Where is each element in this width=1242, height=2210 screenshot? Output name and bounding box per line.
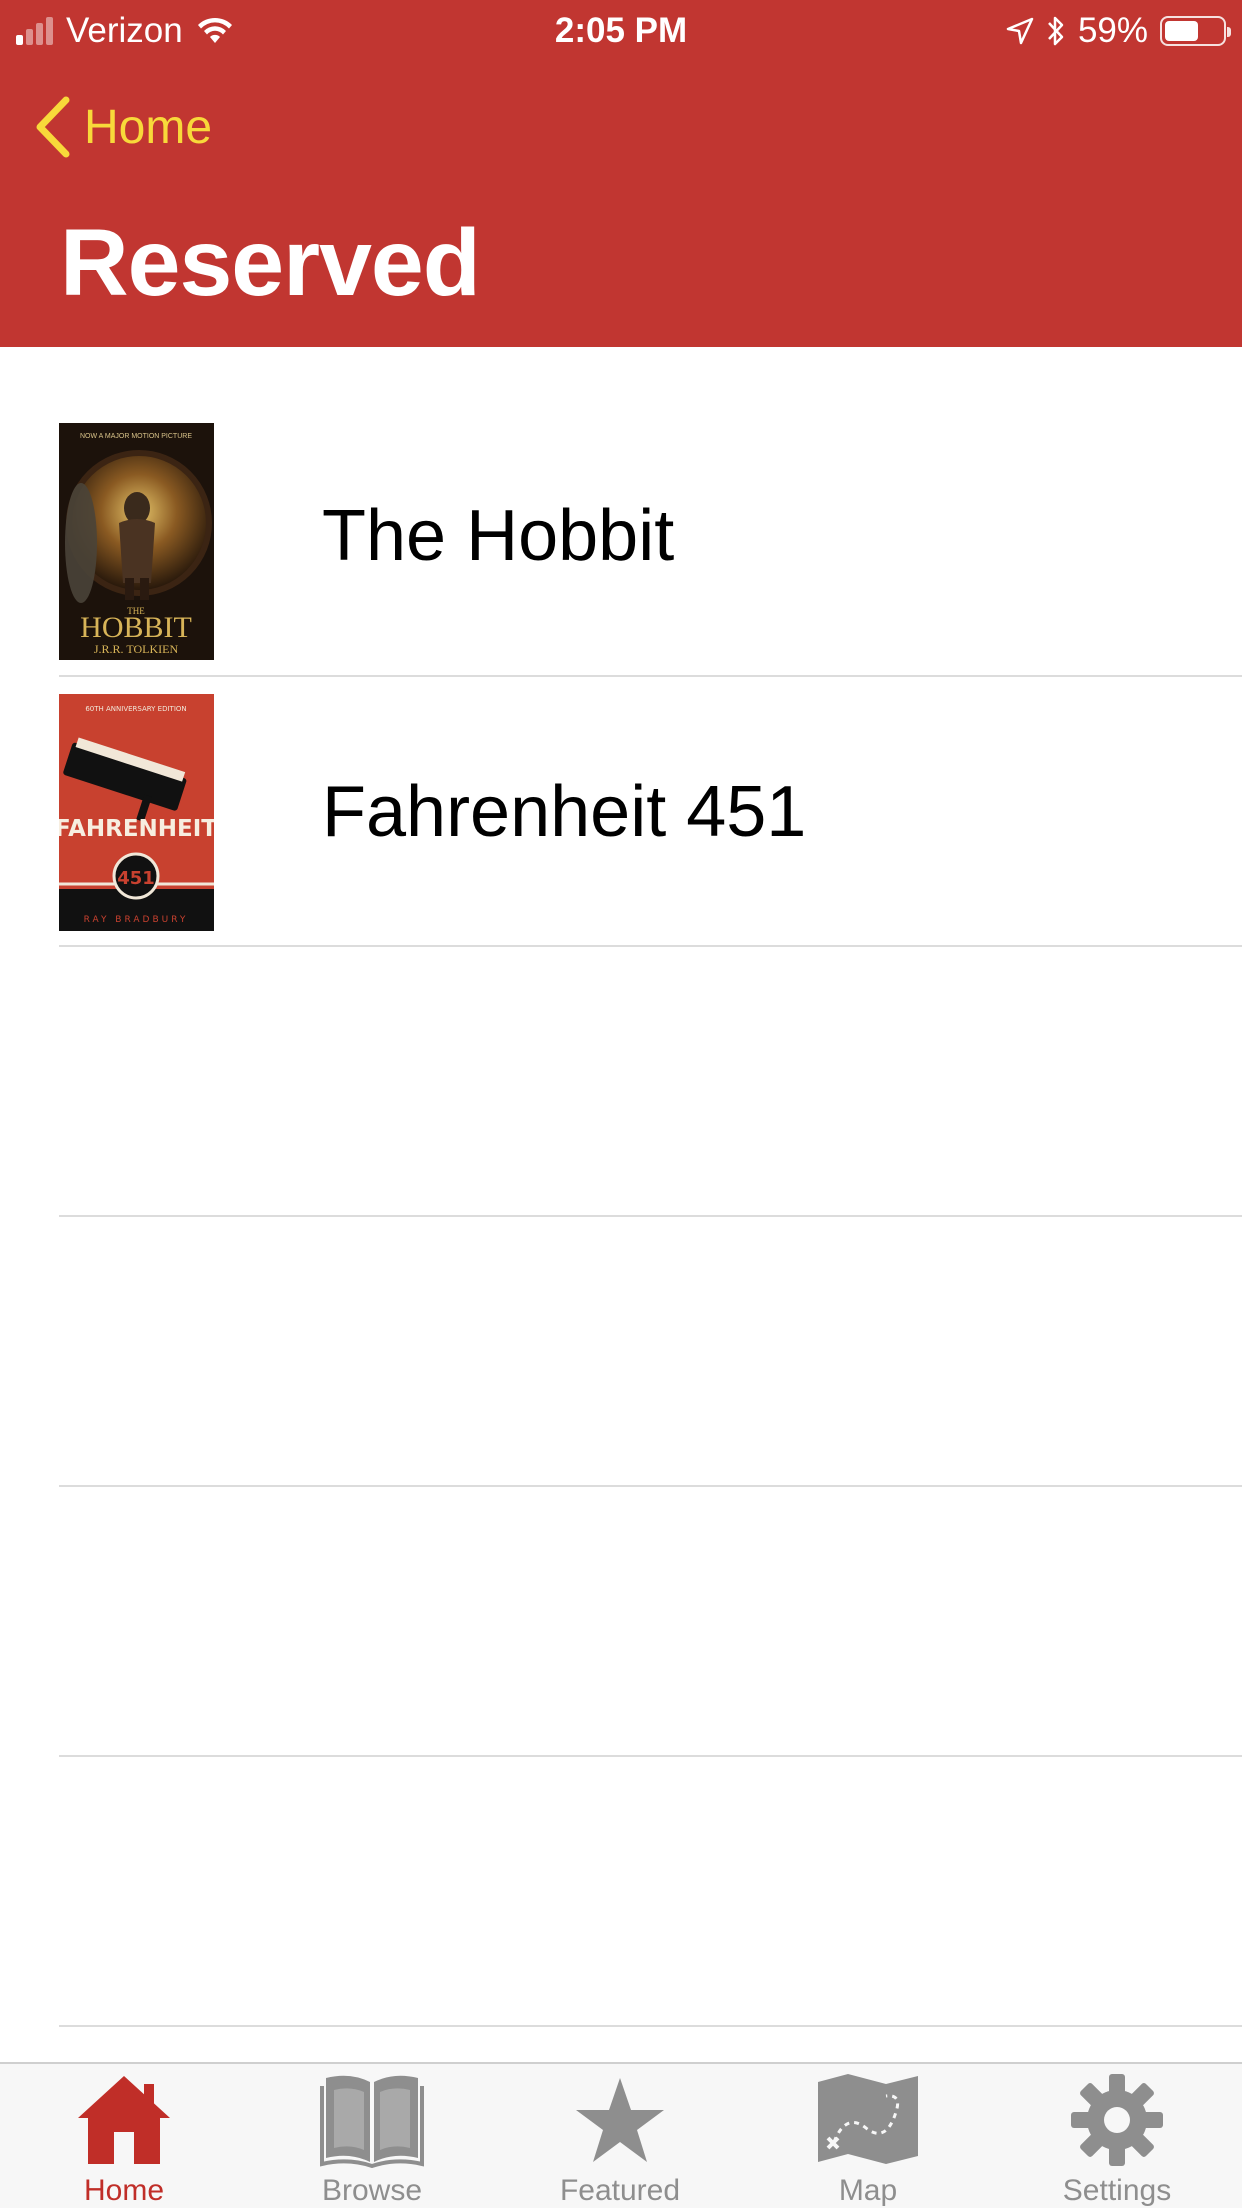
battery-percent: 59% (1077, 11, 1148, 50)
tab-home-label: Home (83, 2174, 165, 2207)
tab-map[interactable]: Map (744, 2064, 992, 2210)
location-arrow-icon (1006, 17, 1034, 45)
empty-row (0, 947, 1242, 1217)
tab-featured-label: Featured (559, 2174, 681, 2207)
tab-settings-label: Settings (1062, 2174, 1172, 2207)
star-icon (576, 2078, 664, 2162)
hobbit-cover-tagline: NOW A MAJOR MOTION PICTURE (80, 433, 192, 440)
empty-row (0, 1487, 1242, 1757)
navigation-header: Verizon 2:05 PM 59% Home Reserved (0, 0, 1242, 347)
tab-browse[interactable]: Browse (248, 2064, 496, 2210)
fahrenheit-cover-edition: 60TH ANNIVERSARY EDITION (85, 705, 186, 713)
reserved-books-list: NOW A MAJOR MOTION PICTURE THE HOBBIT J.… (0, 347, 1242, 2062)
chevron-left-icon (36, 96, 70, 158)
map-icon (818, 2074, 918, 2164)
book-title: Fahrenheit 451 (322, 772, 807, 852)
book-icon (320, 2075, 424, 2168)
status-right: 59% (1006, 8, 1231, 54)
list-item[interactable]: 60TH ANNIVERSARY EDITION FAHRENHEIT 451 … (0, 677, 1242, 947)
fahrenheit-cover: 60TH ANNIVERSARY EDITION FAHRENHEIT 451 … (59, 694, 214, 931)
page-title: Reserved (60, 210, 481, 316)
tab-settings[interactable]: Settings (992, 2064, 1242, 2210)
row-divider (59, 2025, 1242, 2027)
list-item[interactable]: NOW A MAJOR MOTION PICTURE THE HOBBIT J.… (0, 347, 1242, 677)
home-icon (78, 2076, 170, 2164)
back-button[interactable]: Home (34, 92, 212, 162)
book-title: The Hobbit (322, 496, 675, 576)
tab-browse-label: Browse (321, 2174, 423, 2207)
fahrenheit-cover-title: FAHRENHEIT (59, 816, 214, 842)
empty-row (0, 1757, 1242, 2027)
hobbit-cover-author: J.R.R. TOLKIEN (94, 642, 179, 656)
tab-bar: Home Browse Featured Map Settings (0, 2062, 1242, 2208)
tab-featured[interactable]: Featured (496, 2064, 744, 2210)
tab-home[interactable]: Home (0, 2064, 248, 2210)
fahrenheit-cover-author: RAY BRADBURY (84, 915, 189, 925)
tab-map-label: Map (838, 2174, 898, 2207)
empty-row (0, 1217, 1242, 1487)
back-button-label: Home (84, 100, 213, 154)
bluetooth-icon (1048, 16, 1064, 46)
fahrenheit-cover-number: 451 (117, 868, 155, 889)
battery-icon (1160, 16, 1231, 46)
status-bar: Verizon 2:05 PM 59% (0, 0, 1242, 62)
hobbit-cover-title: HOBBIT (80, 611, 192, 644)
gear-icon (1071, 2074, 1163, 2166)
hobbit-cover: NOW A MAJOR MOTION PICTURE THE HOBBIT J.… (59, 423, 214, 660)
